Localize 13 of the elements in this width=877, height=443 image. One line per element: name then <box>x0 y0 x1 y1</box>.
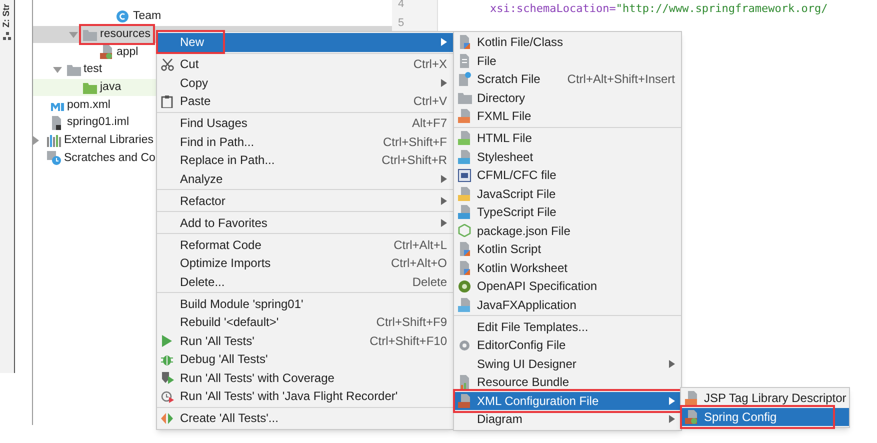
shortcut-label: Ctrl+V <box>413 93 447 110</box>
shortcut-label: Ctrl+Alt+Shift+Insert <box>567 71 675 88</box>
shortcut-label: Ctrl+Alt+L <box>394 236 447 254</box>
code-line: xsi:schemaLocation="http://www.springframework.org/ <box>490 1 829 17</box>
shortcut-label: Ctrl+Shift+F9 <box>376 314 447 332</box>
shortcut-label: Ctrl+Shift+R <box>382 152 447 170</box>
line-number: 5 <box>398 16 404 31</box>
shortcut-label: Delete <box>412 274 447 291</box>
shortcut-label: Alt+F7 <box>412 115 447 132</box>
shortcut-label: Ctrl+Alt+O <box>390 255 447 272</box>
shortcut-label: Ctrl+X <box>413 56 447 74</box>
shortcut-label: Ctrl+Shift+F10 <box>370 332 447 350</box>
shortcut-label: Ctrl+Shift+F <box>382 134 447 151</box>
